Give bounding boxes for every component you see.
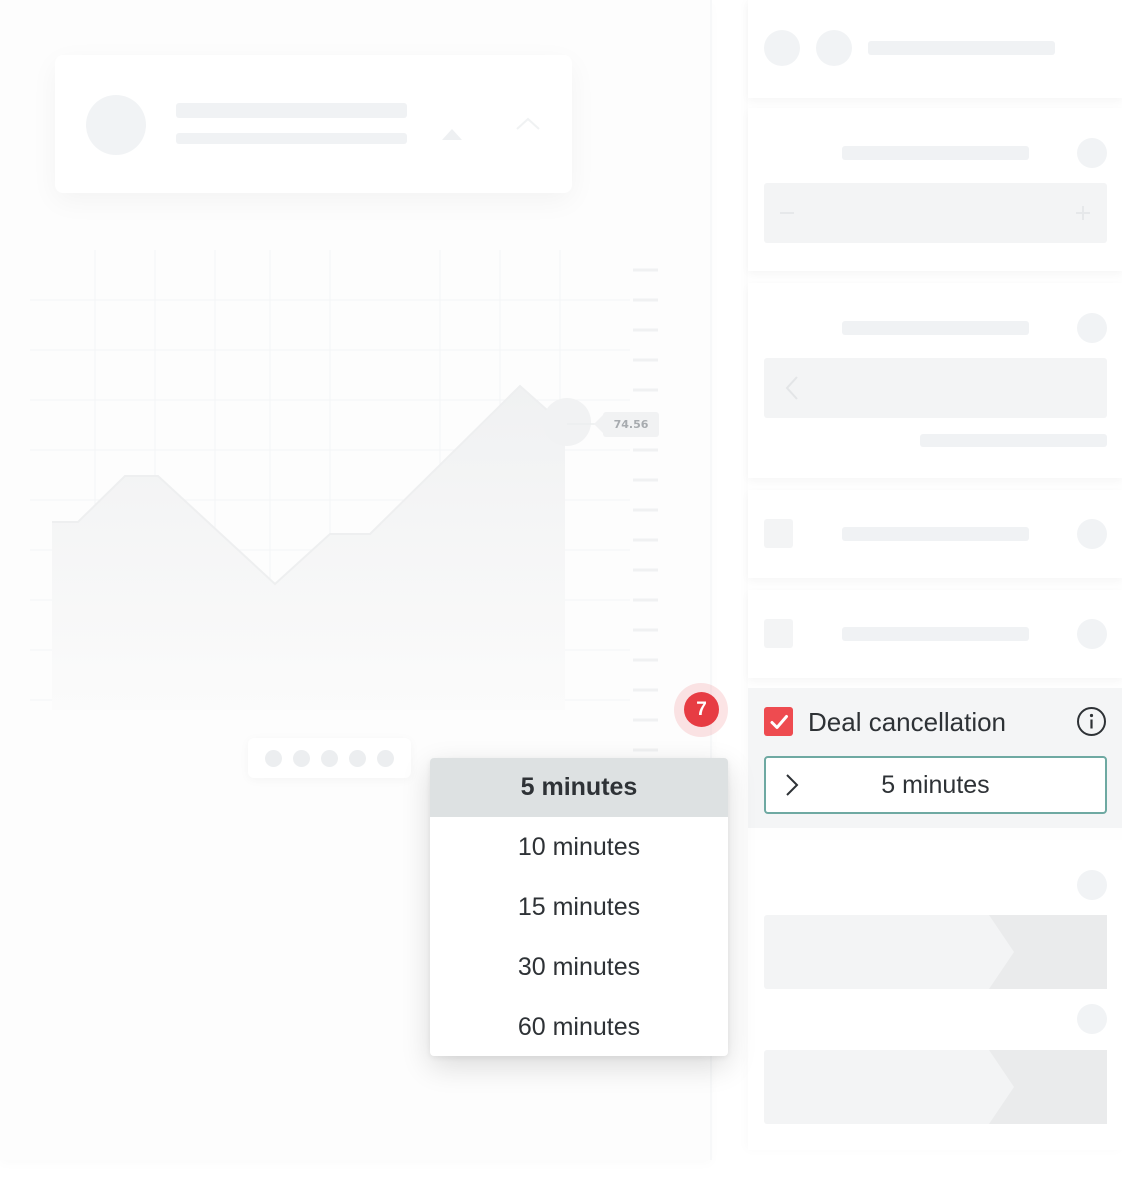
check-icon: [770, 714, 788, 729]
deal-cancellation-checkbox[interactable]: [764, 707, 793, 736]
price-chart: [30, 250, 670, 780]
header-title-placeholder: [868, 41, 1055, 55]
chevron-up-icon: [516, 117, 540, 130]
hint-placeholder: [920, 434, 1107, 447]
chart-axis-ticks: [633, 268, 658, 752]
dropdown-option-5-minutes[interactable]: 5 minutes: [430, 758, 728, 817]
dropdown-option-15-minutes[interactable]: 15 minutes: [430, 877, 728, 937]
chevron-right-icon: [786, 774, 799, 796]
info-icon[interactable]: [1076, 706, 1107, 737]
plus-icon[interactable]: [1074, 204, 1092, 222]
select-toggle[interactable]: [766, 758, 818, 812]
header-avatar: [816, 30, 852, 66]
setting-info-placeholder: [1077, 138, 1107, 168]
asset-subtitle-placeholder: [176, 133, 407, 144]
chart-pager[interactable]: [248, 738, 411, 778]
action-button[interactable]: [764, 1050, 1107, 1124]
setting-info-placeholder: [1077, 519, 1107, 549]
caret-up-icon: [442, 129, 462, 140]
setting-title-placeholder: [842, 146, 1029, 160]
setting-info-placeholder: [1077, 870, 1107, 900]
price-tag: 74.56: [594, 412, 659, 437]
setting-title-placeholder: [842, 627, 1029, 641]
setting-info-placeholder: [1077, 1004, 1107, 1034]
duration-dropdown[interactable]: 5 minutes 10 minutes 15 minutes 30 minut…: [430, 758, 728, 1056]
asset-avatar: [86, 95, 146, 155]
deal-cancellation-select[interactable]: 5 minutes: [764, 756, 1107, 814]
chevron-left-icon[interactable]: [782, 374, 802, 402]
setting-info-placeholder: [1077, 619, 1107, 649]
stepper-input[interactable]: [764, 183, 1107, 243]
pager-dot[interactable]: [377, 749, 394, 767]
pager-dot[interactable]: [293, 749, 310, 767]
chart-current-point: [543, 398, 591, 446]
minus-icon[interactable]: [778, 206, 796, 220]
asset-title-placeholder: [176, 103, 407, 118]
select-value: 5 minutes: [881, 770, 990, 799]
checkbox-placeholder[interactable]: [764, 619, 793, 648]
select-input[interactable]: [764, 358, 1107, 418]
chart-area: [52, 386, 565, 710]
setting-title-placeholder: [842, 527, 1029, 541]
dropdown-option-60-minutes[interactable]: 60 minutes: [430, 997, 728, 1056]
action-button[interactable]: [764, 915, 1107, 989]
pager-dot[interactable]: [265, 749, 282, 767]
header-avatar: [764, 30, 800, 66]
dropdown-option-30-minutes[interactable]: 30 minutes: [430, 937, 728, 997]
dropdown-option-10-minutes[interactable]: 10 minutes: [430, 817, 728, 877]
pager-dot[interactable]: [321, 749, 338, 767]
deal-cancellation-label: Deal cancellation: [808, 707, 1007, 737]
setting-title-placeholder: [842, 321, 1029, 335]
setting-info-placeholder: [1077, 313, 1107, 343]
pager-dot[interactable]: [349, 749, 366, 767]
checkbox-placeholder[interactable]: [764, 519, 793, 548]
step-badge: 7: [684, 692, 719, 727]
